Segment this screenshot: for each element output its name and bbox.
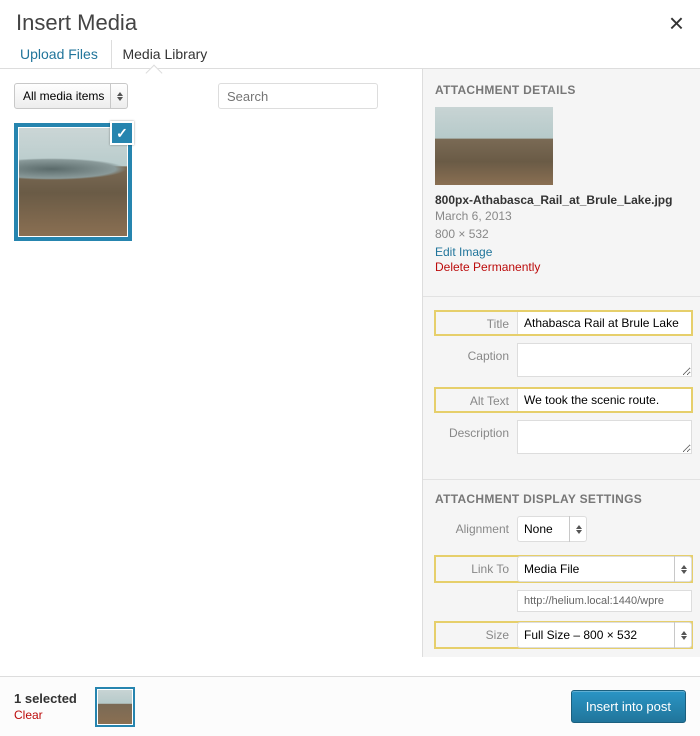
link-url-display: http://helium.local:1440/wpre	[517, 590, 692, 612]
attachment-date: March 6, 2013	[435, 207, 692, 225]
close-icon[interactable]: ×	[669, 10, 684, 36]
attachment-filename: 800px-Athabasca_Rail_at_Brule_Lake.jpg	[435, 193, 692, 207]
edit-image-link[interactable]: Edit Image	[435, 245, 492, 259]
media-grid-panel: All media items ✓	[0, 69, 422, 657]
field-caption: Caption	[435, 343, 692, 380]
attachment-dimensions: 800 × 532	[435, 225, 692, 243]
link-to-select[interactable]: Media File	[517, 556, 692, 582]
size-select[interactable]: Full Size – 800 × 532	[517, 622, 692, 648]
delete-permanently-link[interactable]: Delete Permanently	[435, 260, 540, 274]
display-settings-heading: ATTACHMENT DISPLAY SETTINGS	[435, 492, 692, 506]
description-input[interactable]	[517, 420, 692, 454]
clear-selection-link[interactable]: Clear	[14, 708, 77, 722]
modal-title: Insert Media	[16, 10, 137, 36]
field-alignment: Alignment None	[435, 516, 692, 542]
field-size: Size Full Size – 800 × 532	[435, 622, 692, 648]
modal-header: Insert Media ×	[0, 0, 700, 40]
field-link-to: Link To Media File	[435, 556, 692, 582]
attachment-details-heading: ATTACHMENT DETAILS	[435, 83, 692, 97]
field-alt-text: Alt Text	[435, 388, 692, 412]
field-title: Title	[435, 311, 692, 335]
checkmark-icon[interactable]: ✓	[110, 121, 134, 145]
field-description: Description	[435, 420, 692, 457]
alt-text-input[interactable]	[517, 388, 692, 412]
selection-thumbnail[interactable]	[95, 687, 135, 727]
attachment-sidebar: ATTACHMENT DETAILS 800px-Athabasca_Rail_…	[422, 69, 700, 657]
tab-upload-files[interactable]: Upload Files	[10, 40, 108, 68]
tab-media-library[interactable]: Media Library	[111, 40, 217, 68]
media-thumbnail-selected[interactable]: ✓	[14, 123, 132, 241]
caption-input[interactable]	[517, 343, 692, 377]
media-tabs: Upload Files Media Library	[0, 40, 700, 68]
field-link-url: http://helium.local:1440/wpre	[435, 590, 692, 612]
title-input[interactable]	[517, 311, 692, 335]
alignment-select[interactable]: None	[517, 516, 587, 542]
media-filter-select[interactable]: All media items	[14, 83, 128, 109]
search-input[interactable]	[218, 83, 378, 109]
modal-footer: 1 selected Clear Insert into post	[0, 676, 700, 736]
insert-into-post-button[interactable]: Insert into post	[571, 690, 686, 723]
selection-count: 1 selected	[14, 691, 77, 706]
attachment-preview	[435, 107, 553, 185]
